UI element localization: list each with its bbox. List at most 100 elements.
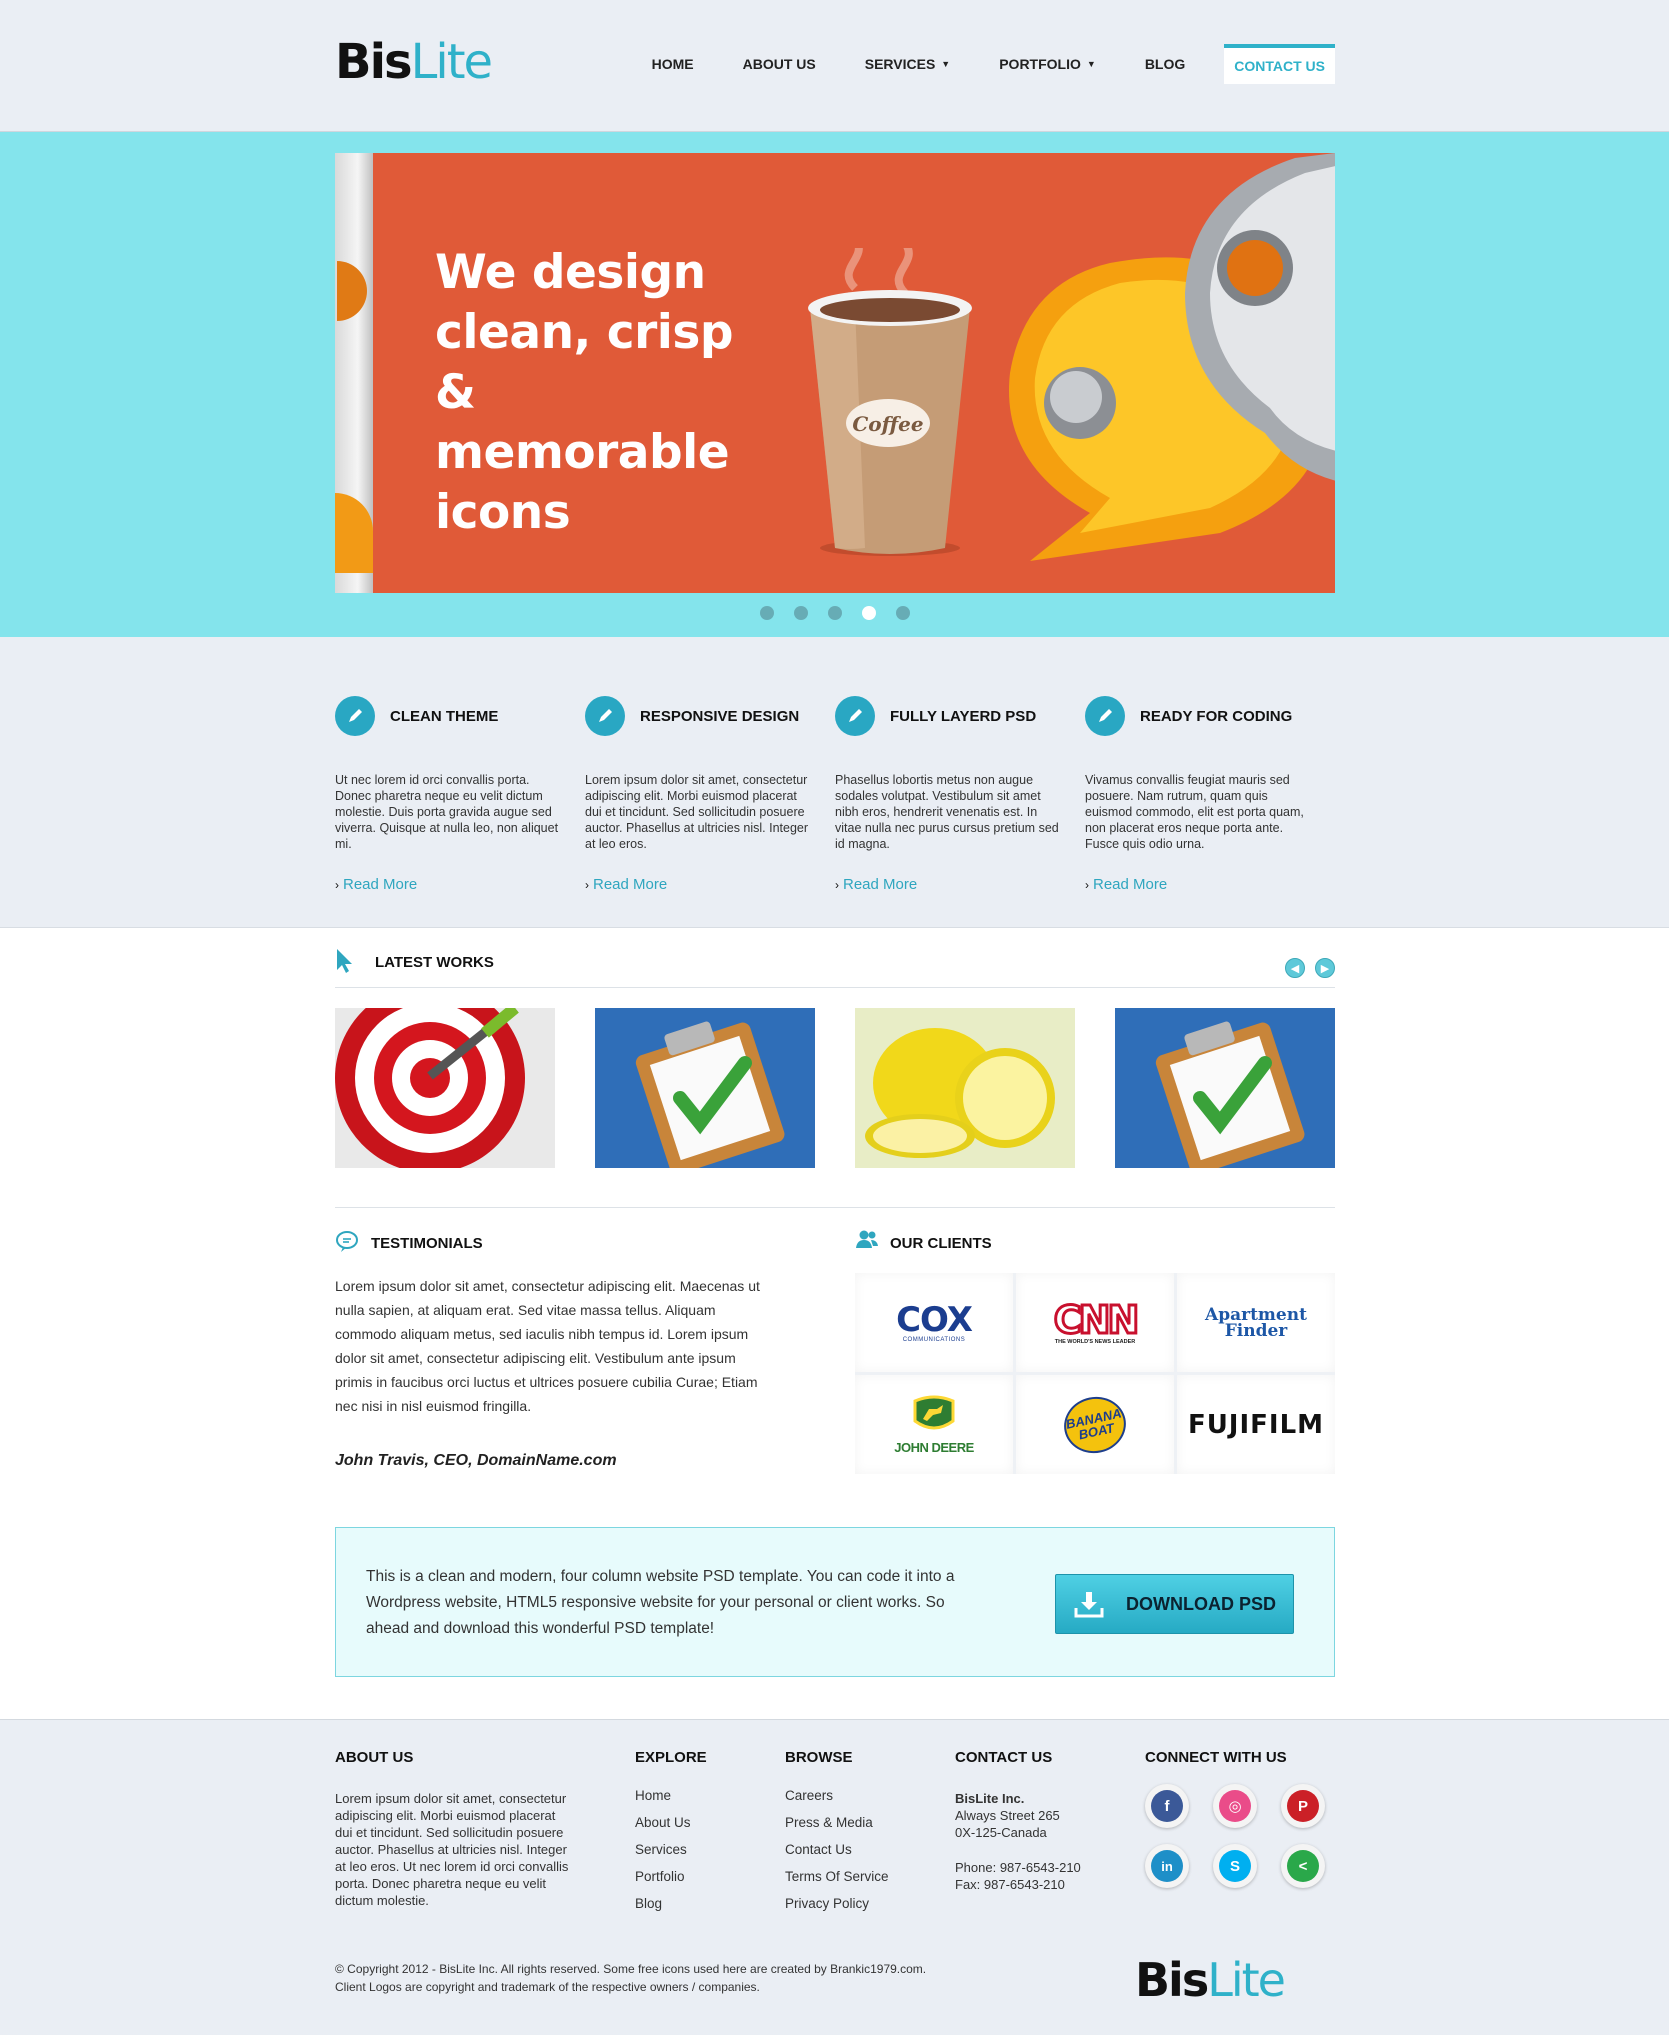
slider-pagination [0,606,1669,620]
slider-dot[interactable] [793,606,808,620]
footer-browse-title: BROWSE [785,1749,853,1766]
footer-link-careers[interactable]: Careers [785,1782,889,1809]
work-item-lemon[interactable] [855,1008,1075,1168]
feature-text: Phasellus lobortis metus non augue sodal… [835,773,1059,851]
clients-grid: COX COMMUNICATIONS CNN THE WORLD'S NEWS … [855,1273,1335,1474]
footer-about: ABOUT US Lorem ipsum dolor sit amet, con… [335,1749,575,1909]
chevron-down-icon: ▼ [1086,59,1096,69]
nav-services[interactable]: SERVICES ▼ [865,44,950,84]
carousel-next-button[interactable]: ▶ [1315,958,1335,978]
footer-connect-title: CONNECT WITH US [1145,1749,1287,1766]
chevron-down-icon: ▼ [941,59,951,69]
main-nav: HOME ABOUT US SERVICES ▼ PORTFOLIO ▼ BLOG … [603,44,1335,84]
share-button[interactable]: < [1281,1844,1325,1888]
footer-about-title: ABOUT US [335,1749,414,1766]
facebook-icon: f [1151,1790,1183,1822]
work-item-clipboard[interactable] [1115,1008,1335,1168]
testimonial-author: John Travis, CEO, DomainName.com [335,1452,617,1469]
footer-link-press-media[interactable]: Press & Media [785,1809,889,1836]
footer-link-contact-us[interactable]: Contact Us [785,1836,889,1863]
skype-icon: S [1219,1850,1251,1882]
footer-link-about-us[interactable]: About Us [635,1809,707,1836]
linkedin-button[interactable]: in [1145,1844,1189,1888]
download-cta-box: This is a clean and modern, four column … [335,1527,1335,1677]
feature-title: READY FOR CODING [1140,707,1293,725]
footer-explore-title: EXPLORE [635,1749,707,1766]
section-divider [335,1207,1335,1208]
work-item-clipboard[interactable] [595,1008,815,1168]
nav-portfolio[interactable]: PORTFOLIO ▼ [999,44,1096,84]
latest-works-gallery [335,1008,1335,1168]
lemon-icon [855,1008,1075,1168]
slider-dot[interactable] [759,606,774,620]
footer-link-services[interactable]: Services [635,1836,707,1863]
read-more-link[interactable]: › Read More [585,876,835,893]
work-item-target[interactable] [335,1008,555,1168]
chevron-right-icon: › [335,878,339,892]
chat-bubble-grey-icon [1185,153,1335,481]
footer-contact-title: CONTACT US [955,1749,1053,1766]
chevron-right-icon: › [835,878,839,892]
footer-browse: BROWSE Careers Press & Media Contact Us … [785,1749,889,1917]
footer-link-terms[interactable]: Terms Of Service [785,1863,889,1890]
pinterest-icon: P [1287,1790,1319,1822]
speech-bubble-icon [336,1231,358,1252]
feature-clean-theme: CLEAN THEME Ut nec lorem id orci convall… [335,696,585,893]
nav-about-us[interactable]: ABOUT US [743,44,816,84]
pencil-icon [585,696,625,736]
pinterest-button[interactable]: P [1281,1784,1325,1828]
site-logo[interactable]: BisLite [335,34,493,90]
dribbble-icon: ◎ [1219,1790,1251,1822]
footer-link-home[interactable]: Home [635,1782,707,1809]
download-icon [1074,1592,1104,1618]
client-logo-cox: COX COMMUNICATIONS [855,1273,1013,1372]
slider-dot[interactable] [827,606,842,620]
feature-text: Vivamus convallis feugiat mauris sed pos… [1085,773,1304,851]
contact-company: BisLite Inc. [955,1791,1025,1806]
feature-title: FULLY LAYERD PSD [890,707,1037,725]
nav-contact-us[interactable]: CONTACT US [1224,44,1335,84]
read-more-link[interactable]: › Read More [835,876,1085,893]
nav-home[interactable]: HOME [652,44,694,84]
chevron-right-icon: › [585,878,589,892]
cta-text: This is a clean and modern, four column … [366,1568,955,1637]
target-icon [335,1008,555,1168]
client-logo-banana-boat: BANANA BOAT [1016,1375,1174,1474]
users-icon [856,1230,878,1248]
read-more-link[interactable]: › Read More [1085,876,1335,893]
read-more-link[interactable]: › Read More [335,876,585,893]
slider-dot[interactable] [895,606,910,620]
share-icon: < [1287,1850,1319,1882]
dribbble-button[interactable]: ◎ [1213,1784,1257,1828]
site-header: BisLite HOME ABOUT US SERVICES ▼ PORTFOLI… [0,0,1669,132]
footer-link-blog[interactable]: Blog [635,1890,707,1917]
slider-dot-active[interactable] [861,606,876,620]
client-logo-fujifilm: FUJIFILM [1177,1375,1335,1474]
feature-title: RESPONSIVE DESIGN [640,707,800,725]
pencil-icon [835,696,875,736]
our-clients-title: OUR CLIENTS [890,1235,992,1252]
download-psd-button[interactable]: DOWNLOAD PSD [1055,1574,1294,1634]
coffee-cup-icon: Coffee [808,248,972,556]
hero-slide[interactable]: We design clean, crisp & memorable icons… [335,153,1335,593]
testimonial-quote: Lorem ipsum dolor sit amet, consectetur … [335,1278,760,1414]
facebook-button[interactable]: f [1145,1784,1189,1828]
contact-street: Always Street 265 [955,1808,1060,1823]
carousel-prev-button[interactable]: ◀ [1285,958,1305,978]
deer-logo-icon [913,1395,955,1429]
cup-label: Coffee [852,412,923,436]
footer-link-privacy[interactable]: Privacy Policy [785,1890,889,1917]
nav-blog[interactable]: BLOG [1145,44,1185,84]
client-logo-cnn: CNN THE WORLD'S NEWS LEADER [1016,1273,1174,1372]
skype-button[interactable]: S [1213,1844,1257,1888]
clipboard-check-icon [595,1008,815,1168]
copyright-line-1: © Copyright 2012 - BisLite Inc. All righ… [335,1962,927,1976]
contact-city: 0X-125-Canada [955,1825,1047,1840]
clipboard-check-icon [1115,1008,1335,1168]
footer-logo[interactable]: BisLite [1135,1950,1286,2010]
testimonials-title: TESTIMONIALS [371,1235,483,1252]
footer-link-portfolio[interactable]: Portfolio [635,1863,707,1890]
previous-slide-peek [335,153,373,593]
feature-ready-for-coding: READY FOR CODING Vivamus convallis feugi… [1085,696,1335,893]
linkedin-icon: in [1151,1850,1183,1882]
